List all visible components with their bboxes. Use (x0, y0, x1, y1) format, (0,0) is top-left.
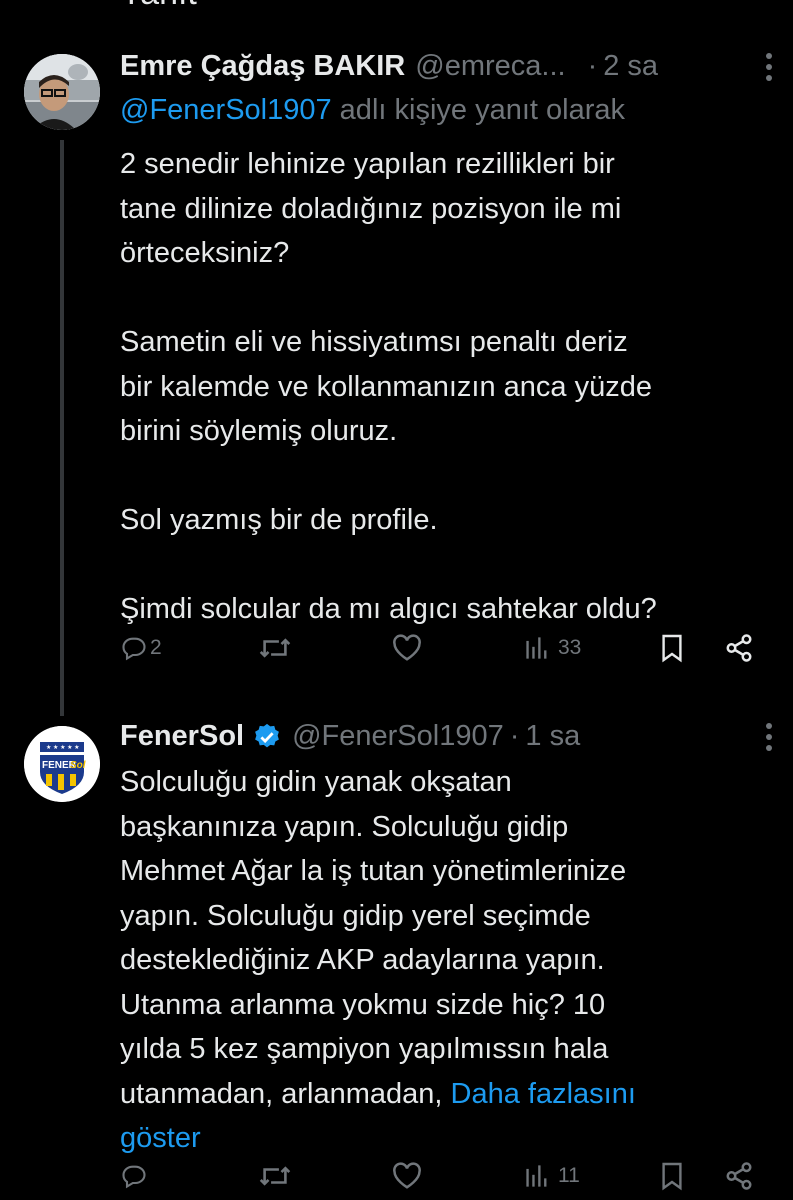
more-vertical-icon[interactable] (765, 52, 773, 88)
avatar[interactable] (24, 54, 100, 130)
bookmark-icon (662, 1162, 682, 1191)
reply-icon (122, 637, 146, 661)
replying-to: @FenerSol1907 adlı kişiye yanıt olarak (120, 94, 625, 127)
bookmark-button[interactable] (660, 633, 684, 663)
separator: · (509, 720, 520, 752)
tweet-body: 2 senedir lehinize yapılan rezillikleri … (120, 148, 657, 625)
previous-tweet-text: Yanıt (120, 0, 197, 13)
retweet-button[interactable] (258, 635, 292, 661)
like-button[interactable] (392, 1162, 422, 1190)
tweet-body: Solculuğu gidin yanak okşatan başkanınız… (120, 760, 780, 1161)
reply-icon (122, 1165, 146, 1189)
views-icon (526, 1165, 547, 1187)
retweet-button[interactable] (258, 1163, 292, 1189)
bookmark-button[interactable] (660, 1161, 684, 1191)
views-button[interactable]: 33 (524, 636, 581, 660)
tweet-header: Emre Çağdaş BAKIR @emreca... · 2 sa (120, 50, 658, 83)
verified-badge-icon (252, 722, 282, 752)
view-count: 11 (558, 1164, 580, 1187)
svg-text:★ ★ ★ ★ ★: ★ ★ ★ ★ ★ (46, 744, 80, 751)
like-button[interactable] (392, 634, 422, 662)
retweet-icon (259, 1166, 291, 1186)
svg-text:Sol: Sol (70, 760, 86, 771)
timestamp[interactable]: 2 sa (603, 50, 658, 83)
bookmark-icon (662, 634, 682, 663)
display-name[interactable]: Emre Çağdaş BAKIR (120, 50, 405, 83)
view-count: 33 (558, 636, 582, 659)
separator: · (587, 50, 598, 82)
handle[interactable]: @emreca... (415, 50, 565, 83)
retweet-icon (259, 638, 291, 658)
tweet-header: FenerSol @FenerSol1907 · 1 sa (120, 720, 580, 753)
views-button[interactable]: 11 (524, 1164, 580, 1188)
display-name[interactable]: FenerSol (120, 720, 244, 753)
thread-line (60, 140, 64, 716)
reply-button[interactable] (120, 1163, 148, 1189)
replying-suffix: adlı kişiye yanıt olarak (331, 94, 625, 126)
tweet-body-text: Solculuğu gidin yanak okşatan başkanınız… (120, 766, 627, 1110)
share-icon (726, 634, 752, 662)
share-icon (726, 1162, 752, 1190)
views-icon (526, 637, 547, 659)
handle[interactable]: @FenerSol1907 (292, 720, 504, 753)
share-button[interactable] (724, 633, 754, 663)
avatar[interactable]: FENER Sol ★ ★ ★ ★ ★ (24, 726, 100, 802)
reply-button[interactable]: 2 (120, 635, 162, 661)
share-button[interactable] (724, 1161, 754, 1191)
reply-count: 2 (150, 636, 162, 659)
replying-handle-link[interactable]: @FenerSol1907 (120, 94, 332, 126)
timestamp[interactable]: 1 sa (525, 720, 580, 753)
more-vertical-icon[interactable] (765, 722, 773, 758)
heart-icon (393, 634, 421, 661)
heart-icon (393, 1162, 421, 1189)
